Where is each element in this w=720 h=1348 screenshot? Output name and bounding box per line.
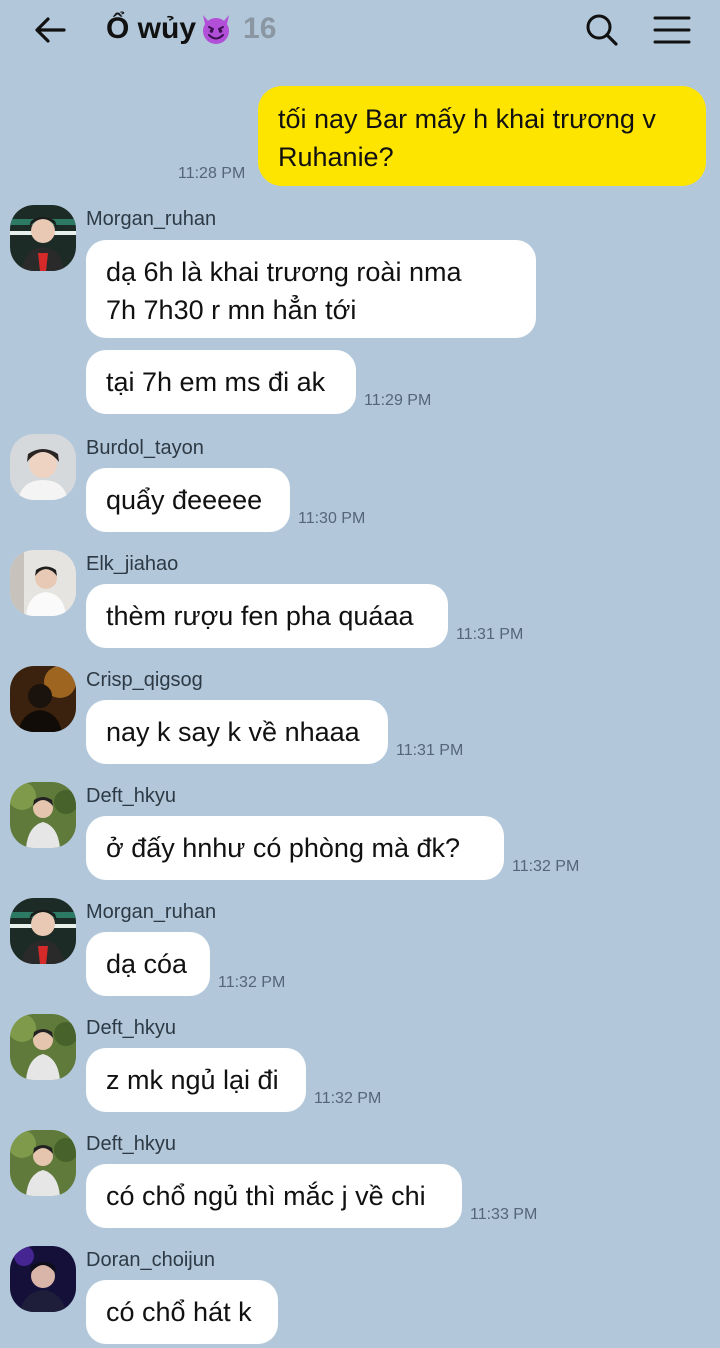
back-arrow-icon[interactable] [30,10,70,50]
incoming-message-bubble[interactable]: có chổ ngủ thì mắc j về chi [86,1164,462,1228]
avatar-deft-hkyu[interactable] [10,782,76,848]
incoming-message-bubble[interactable]: quẩy đeeeee [86,468,290,532]
avatar-crisp-qigsog[interactable] [10,666,76,732]
sender-name: Elk_jiahao [86,553,179,575]
incoming-message-bubble[interactable]: thèm rượu fen pha quáaa [86,584,448,648]
incoming-message-bubble[interactable]: dạ cóa [86,932,210,996]
sender-name: Burdol_tayon [86,437,204,459]
incoming-message-bubble[interactable]: tại 7h em ms đi ak [86,350,356,414]
hamburger-menu-icon[interactable] [650,10,694,50]
avatar-deft-hkyu[interactable] [10,1014,76,1080]
message-text-line: z mk ngủ lại đi [106,1065,279,1095]
message-time: 11:32 PM [314,1090,382,1107]
avatar-deft-hkyu[interactable] [10,1130,76,1196]
sender-name: Morgan_ruhan [86,208,217,230]
message-time: 11:32 PM [218,974,286,991]
search-icon[interactable] [582,10,622,50]
message-time: 11:33 PM [470,1206,538,1223]
avatar-morgan-ruhan[interactable] [10,205,76,271]
message-time: 11:31 PM [396,742,464,759]
avatar-burdol-tayon[interactable] [10,434,76,500]
sender-name: Deft_hkyu [86,785,177,807]
message-text-line: dạ cóa [106,949,188,979]
member-count: 16 [243,12,277,45]
chat-title: Ổ wủy [106,12,197,45]
message-time: 11:30 PM [298,510,366,527]
message-time: 11:32 PM [512,858,580,875]
message-text-line: ở đấy hnhư có phòng mà đk? [106,833,461,863]
message-text-line: có chổ hát k [106,1297,252,1327]
message-time: 11:28 PM [178,165,246,182]
message-text-line: quẩy đeeeee [106,485,263,515]
message-time: 11:29 PM [364,392,432,409]
sender-name: Crisp_qigsog [86,669,203,691]
chat-title-group[interactable]: Ổ wủy 16 [106,9,276,49]
incoming-message-bubble[interactable]: dạ 6h là khai trương roài nma 7h 7h30 r … [86,240,536,338]
smiling-devil-emoji-icon [199,12,233,46]
message-text-line: tại 7h em ms đi ak [106,367,326,397]
message-text-line: nay k say k về nhaaa [106,717,360,747]
chat-header: Ổ wủy 16 [0,0,720,58]
outgoing-message-bubble[interactable]: tối nay Bar mấy h khai trương v Ruhanie? [258,86,706,186]
message-text-line: dạ 6h là khai trương roài nma [106,257,462,287]
message-text-line: thèm rượu fen pha quáaa [106,601,414,631]
sender-name: Morgan_ruhan [86,901,217,923]
message-text-line: tối nay Bar mấy h khai trương v [278,104,656,134]
avatar-elk-jiahao[interactable] [10,550,76,616]
message-text-line: Ruhanie? [278,142,394,172]
message-text-line: 7h 7h30 r mn hẳn tới [106,295,357,325]
message-time: 11:31 PM [456,626,524,643]
incoming-message-bubble[interactable]: nay k say k về nhaaa [86,700,388,764]
message-text-line: có chổ ngủ thì mắc j về chi [106,1181,426,1211]
incoming-message-bubble[interactable]: có chổ hát k [86,1280,278,1344]
sender-name: Deft_hkyu [86,1017,177,1039]
avatar-morgan-ruhan[interactable] [10,898,76,964]
incoming-message-bubble[interactable]: ở đấy hnhư có phòng mà đk? [86,816,504,880]
avatar-doran-choijun[interactable] [10,1246,76,1312]
sender-name: Doran_choijun [86,1249,215,1271]
sender-name: Deft_hkyu [86,1133,177,1155]
incoming-message-bubble[interactable]: z mk ngủ lại đi [86,1048,306,1112]
